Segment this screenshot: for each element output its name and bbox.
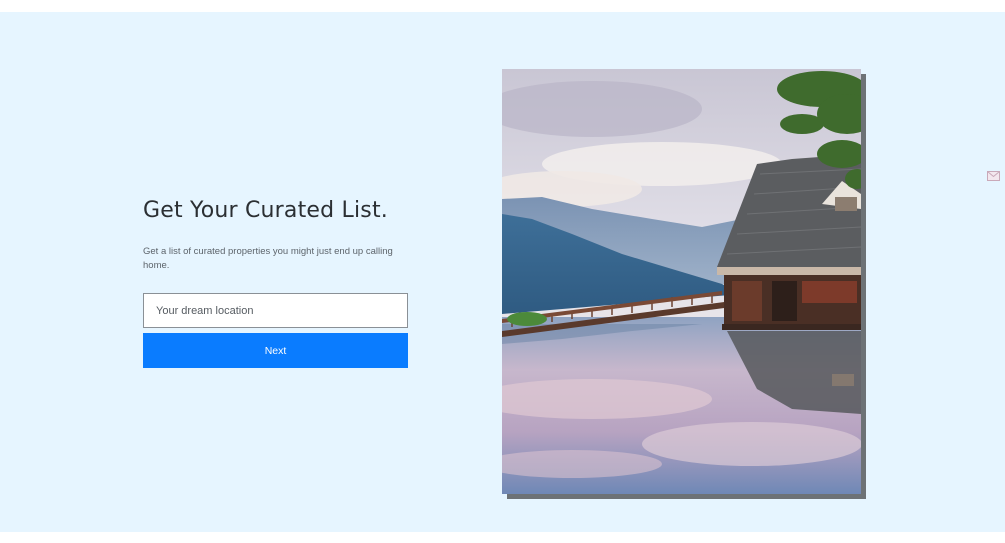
page-title: Get Your Curated List.: [143, 198, 388, 223]
next-button[interactable]: Next: [143, 333, 408, 368]
dream-location-input[interactable]: [143, 293, 408, 328]
page-subtitle: Get a list of curated properties you mig…: [143, 246, 393, 271]
lakeside-house-photo: [502, 69, 861, 494]
envelope-icon[interactable]: [987, 171, 1000, 181]
